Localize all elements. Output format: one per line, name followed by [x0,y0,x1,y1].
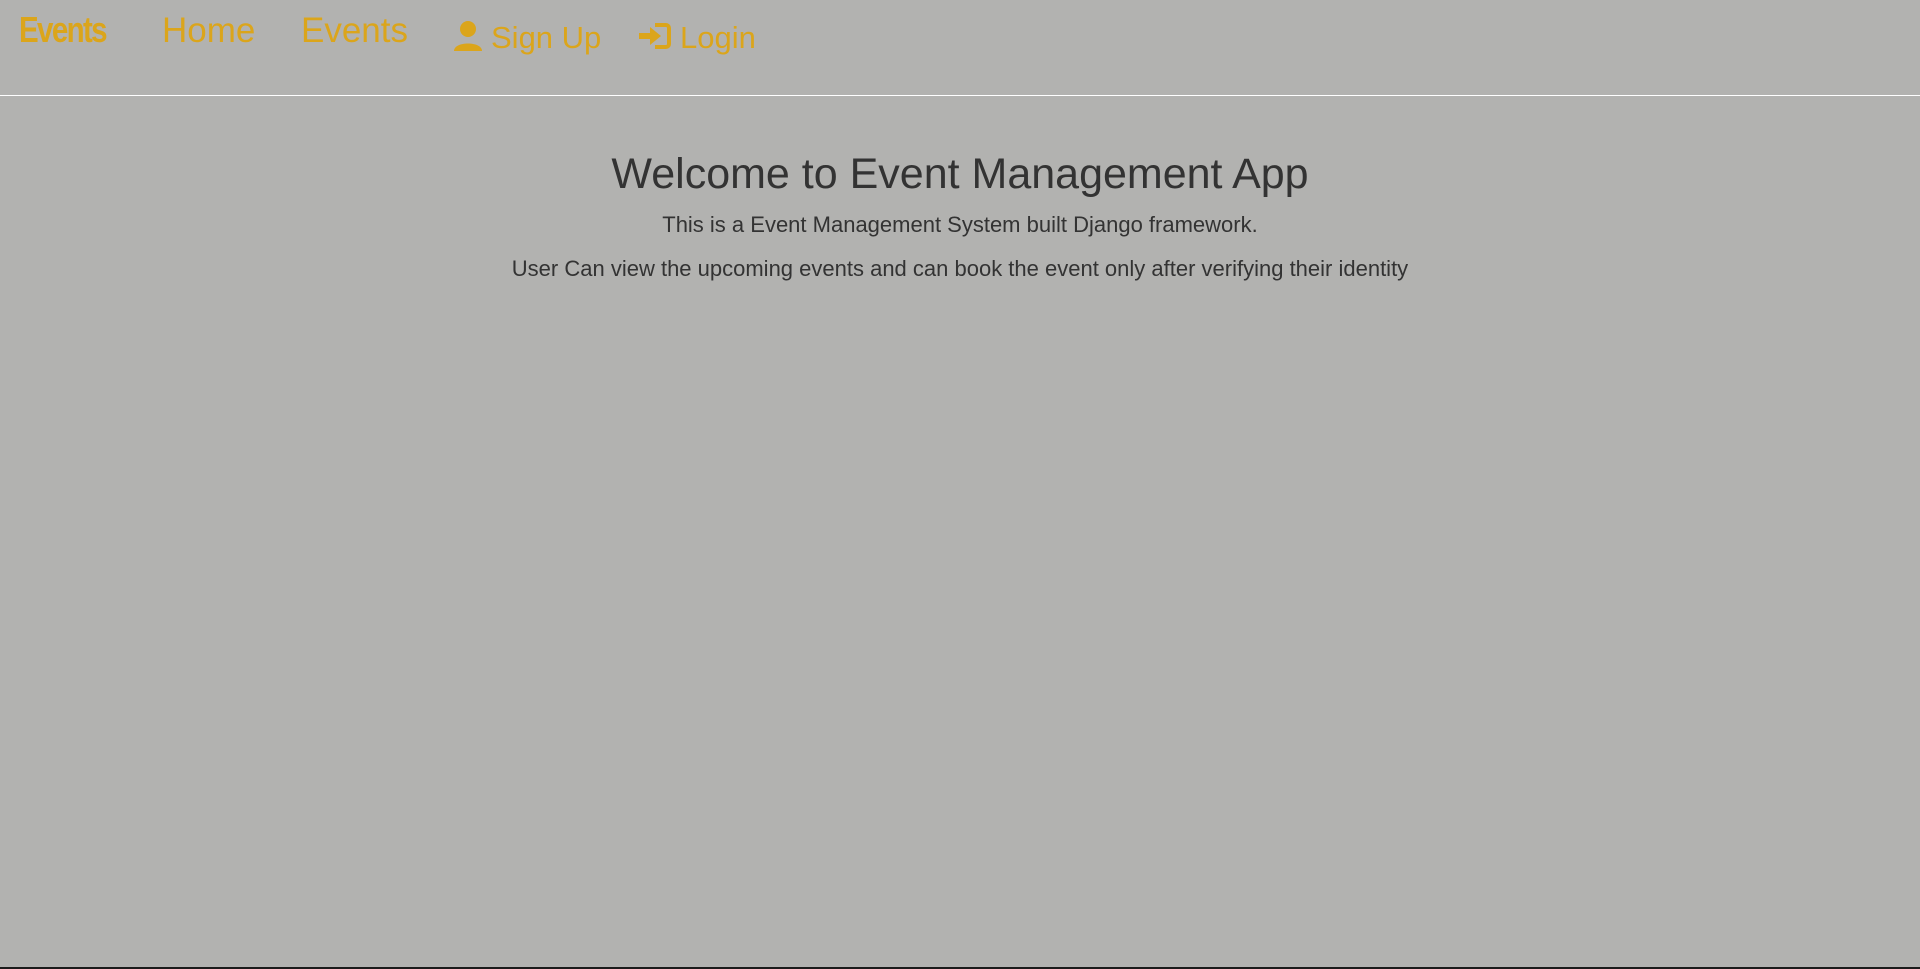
nav-login-link[interactable]: Login [638,17,756,64]
top-navbar: Events Home Events Sign Up Login [0,0,1920,96]
nav-events-link[interactable]: Events [301,9,408,53]
nav-signup-link[interactable]: Sign Up [451,17,601,64]
nav-home-link[interactable]: Home [162,9,255,53]
nav-signup-label: Sign Up [491,20,602,55]
brand-link[interactable]: Events [19,8,108,52]
page-title: Welcome to Event Management App [611,150,1309,198]
nav-login-label: Login [680,20,756,55]
log-in-icon [638,19,674,64]
user-icon [451,19,485,64]
description-line-2: User Can view the upcoming events and ca… [511,256,1409,281]
description-line-1: This is a Event Management System built … [662,212,1258,237]
